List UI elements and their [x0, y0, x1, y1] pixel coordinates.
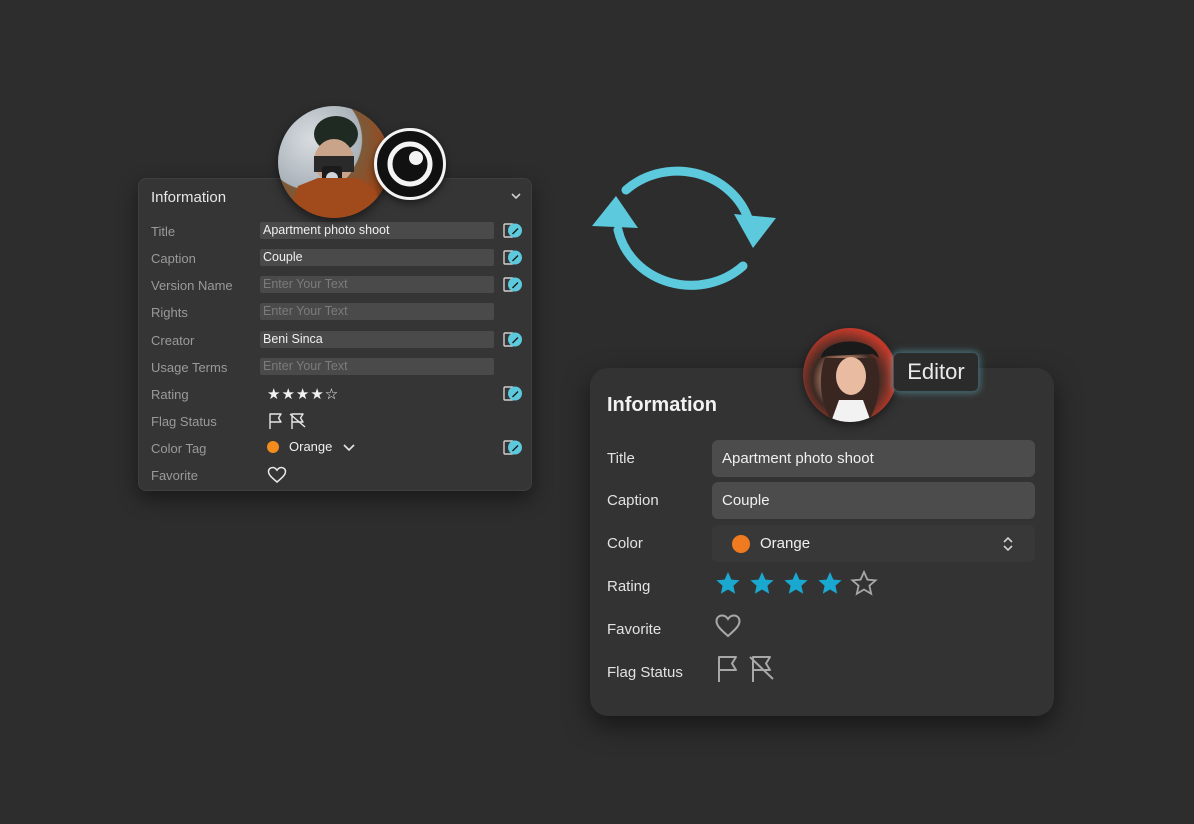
color-value: Orange: [760, 535, 811, 552]
field-label: Caption: [607, 492, 659, 509]
usage-terms-field[interactable]: Enter Your Text: [260, 358, 494, 375]
color-tag-dropdown[interactable]: Orange: [267, 439, 356, 454]
reject-flag-icon[interactable]: [748, 654, 776, 684]
flag-icon[interactable]: [267, 412, 285, 430]
caption-field[interactable]: Couple: [260, 249, 494, 266]
caption-field[interactable]: Couple: [712, 482, 1035, 519]
rights-row: Rights Enter Your Text: [139, 303, 531, 323]
panel-header: Information: [151, 189, 227, 206]
rating-row: Rating: [590, 568, 1054, 606]
sync-toggle-icon[interactable]: [503, 276, 523, 293]
classic-info-panel: Information Title Apartment photo shoot …: [138, 178, 532, 491]
field-label: Favorite: [151, 468, 198, 483]
favorite-row: Favorite: [139, 466, 531, 486]
sync-toggle-icon[interactable]: [503, 249, 523, 266]
field-label: Usage Terms: [151, 360, 228, 375]
flag-status-row: Flag Status: [139, 412, 531, 432]
field-label: Flag Status: [151, 414, 217, 429]
version-name-field[interactable]: Enter Your Text: [260, 276, 494, 293]
field-label: Rating: [607, 578, 651, 595]
heart-icon[interactable]: [714, 613, 742, 639]
star-empty-icon[interactable]: [850, 570, 878, 596]
title-row: Title Apartment photo shoot: [139, 222, 531, 242]
chevron-down-icon: [343, 443, 355, 451]
reject-flag-icon[interactable]: [289, 412, 307, 430]
modern-info-panel: Information Title Apartment photo shoot …: [590, 368, 1054, 716]
color-tag-row: Color Tag Orange: [139, 439, 531, 459]
field-label: Version Name: [151, 278, 233, 293]
creator-row: Creator Beni Sinca: [139, 331, 531, 351]
star-filled-icon[interactable]: [748, 570, 776, 596]
star-filled-icon[interactable]: [816, 570, 844, 596]
field-label: Creator: [151, 333, 195, 348]
star-rating[interactable]: ★★★★☆: [267, 385, 339, 403]
editor-avatar: [803, 328, 897, 422]
star-filled-icon[interactable]: [714, 570, 742, 596]
field-label: Rights: [151, 305, 188, 320]
flag-icon[interactable]: [714, 654, 742, 684]
sync-toggle-icon[interactable]: [503, 331, 523, 348]
sync-toggle-icon[interactable]: [503, 222, 523, 239]
flag-status-row: Flag Status: [590, 654, 1054, 692]
field-label: Caption: [151, 251, 196, 266]
field-label: Color Tag: [151, 441, 207, 456]
field-label: Color: [607, 535, 643, 552]
chevron-down-icon[interactable]: [509, 189, 523, 203]
orange-color-swatch: [267, 440, 279, 453]
caption-row: Caption Couple: [139, 249, 531, 269]
orange-color-swatch: [732, 534, 750, 553]
star-rating[interactable]: [714, 570, 878, 596]
app-logo-icon: [374, 128, 446, 200]
panel-title: Information: [607, 394, 717, 416]
title-field[interactable]: Apartment photo shoot: [260, 222, 494, 239]
creator-field[interactable]: Beni Sinca: [260, 331, 494, 348]
usage-terms-row: Usage Terms Enter Your Text: [139, 358, 531, 378]
up-down-chevron-icon: [1003, 536, 1013, 552]
title-row: Title Apartment photo shoot: [590, 440, 1054, 478]
field-label: Rating: [151, 387, 189, 402]
rights-field[interactable]: Enter Your Text: [260, 303, 494, 320]
rating-row: Rating ★★★★☆: [139, 385, 531, 405]
field-label: Title: [151, 224, 176, 239]
color-tag-value: Orange: [289, 439, 333, 454]
color-select[interactable]: Orange: [712, 525, 1035, 562]
field-label: Title: [607, 450, 635, 467]
caption-row: Caption Couple: [590, 482, 1054, 520]
sync-toggle-icon[interactable]: [503, 439, 523, 456]
heart-icon[interactable]: [267, 466, 287, 484]
editor-badge: Editor: [893, 352, 979, 392]
star-filled-icon[interactable]: [782, 570, 810, 596]
favorite-row: Favorite: [590, 611, 1054, 649]
field-label: Favorite: [607, 621, 662, 638]
sync-arrows-icon: [592, 166, 776, 290]
version-name-row: Version Name Enter Your Text: [139, 276, 531, 296]
color-row: Color Orange: [590, 525, 1054, 563]
title-field[interactable]: Apartment photo shoot: [712, 440, 1035, 477]
field-label: Flag Status: [607, 664, 683, 681]
sync-toggle-icon[interactable]: [503, 385, 523, 402]
